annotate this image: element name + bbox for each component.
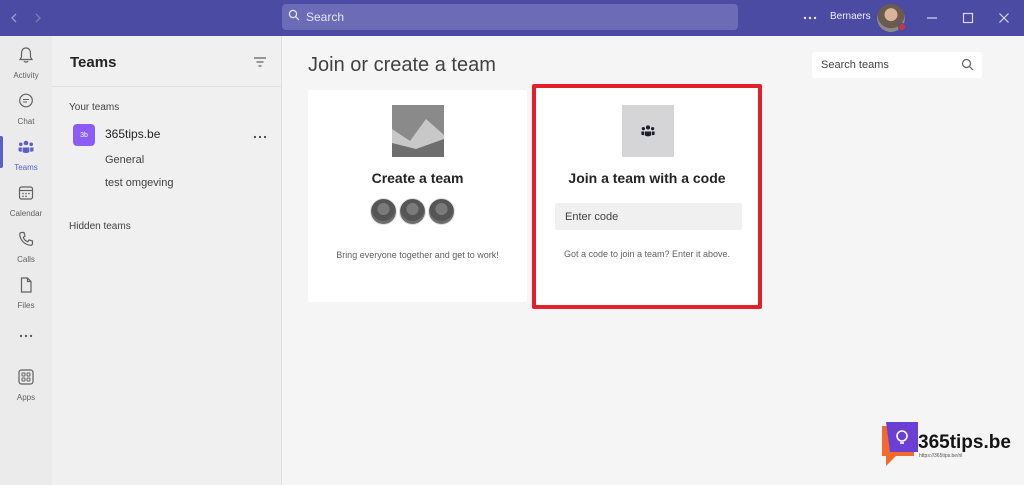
join-team-description: Got a code to join a team? Enter it abov… (563, 249, 731, 259)
app-bar-label: Files (17, 301, 35, 310)
calendar-icon (17, 184, 35, 207)
search-teams-input[interactable] (821, 59, 953, 71)
person-avatar (399, 198, 426, 225)
pane-divider (52, 86, 281, 87)
teams-icon (17, 138, 35, 161)
back-arrow-icon[interactable] (4, 8, 24, 28)
team-more-icon[interactable] (252, 129, 268, 139)
team-code-input[interactable] (555, 203, 742, 230)
channel-item[interactable]: General (105, 154, 144, 166)
app-bar-activity[interactable]: Activity (0, 40, 52, 80)
teams-icon (640, 123, 656, 144)
app-bar-calendar[interactable]: Calendar (0, 178, 52, 218)
people-avatars (370, 198, 455, 225)
title-bar: Bernaers (0, 0, 1024, 36)
watermark-subtext: https://365tips.be/nl (919, 453, 963, 459)
app-bar-label: Apps (16, 393, 36, 402)
main-content: Join or create a team Create a team Brin… (283, 36, 1024, 485)
search-icon (961, 58, 974, 76)
app-bar-chat[interactable]: Chat (0, 86, 52, 126)
app-bar-files[interactable]: Files (0, 270, 52, 310)
app-bar-calls[interactable]: Calls (0, 224, 52, 264)
global-search-box[interactable] (282, 4, 738, 30)
close-icon[interactable] (994, 8, 1014, 28)
create-team-description: Bring everyone together and get to work! (336, 250, 499, 260)
join-team-image (622, 105, 674, 157)
app-bar-label: Activity (13, 71, 39, 80)
hidden-teams-label[interactable]: Hidden teams (69, 221, 131, 232)
pane-title: Teams (70, 54, 117, 71)
apps-icon (17, 368, 35, 391)
create-team-image-icon (392, 105, 444, 157)
app-bar-more[interactable] (0, 322, 52, 362)
app-bar-label: Calendar (9, 209, 43, 218)
join-team-title: Join a team with a code (568, 170, 726, 186)
global-search-input[interactable] (306, 10, 726, 24)
app-bar: Activity Chat Teams Calendar Calls Files (0, 36, 52, 485)
create-team-title: Create a team (371, 170, 464, 186)
teams-list-pane: Teams Your teams 3b 365tips.be General t… (52, 36, 282, 485)
person-avatar (370, 198, 397, 225)
team-avatar[interactable]: 3b (73, 124, 95, 146)
phone-icon (17, 230, 35, 253)
presence-status-icon (898, 23, 906, 31)
app-bar-teams[interactable]: Teams (0, 132, 52, 172)
maximize-icon[interactable] (958, 8, 978, 28)
app-bar-label: Chat (17, 117, 35, 126)
more-options-icon[interactable] (802, 10, 818, 26)
file-icon (17, 276, 35, 299)
your-teams-label: Your teams (69, 102, 120, 113)
watermark-text: 365tips.be (918, 432, 1011, 453)
create-team-card[interactable]: Create a team Bring everyone together an… (308, 90, 527, 302)
channel-item[interactable]: test omgeving (105, 177, 173, 189)
app-bar-label: Calls (17, 255, 35, 264)
forward-arrow-icon[interactable] (28, 8, 48, 28)
team-name[interactable]: 365tips.be (105, 127, 160, 141)
join-team-card: Join a team with a code Got a code to jo… (532, 84, 762, 309)
more-icon (17, 328, 35, 346)
filter-icon[interactable] (252, 54, 268, 70)
search-teams-box[interactable] (812, 52, 982, 78)
bell-icon (17, 46, 35, 69)
app-bar-label: Teams (14, 163, 38, 172)
person-avatar (428, 198, 455, 225)
page-title: Join or create a team (308, 54, 496, 76)
chat-icon (17, 92, 35, 115)
app-bar-apps[interactable]: Apps (0, 362, 52, 402)
search-icon (288, 8, 300, 26)
user-name: Bernaers (830, 11, 871, 22)
minimize-icon[interactable] (922, 8, 942, 28)
